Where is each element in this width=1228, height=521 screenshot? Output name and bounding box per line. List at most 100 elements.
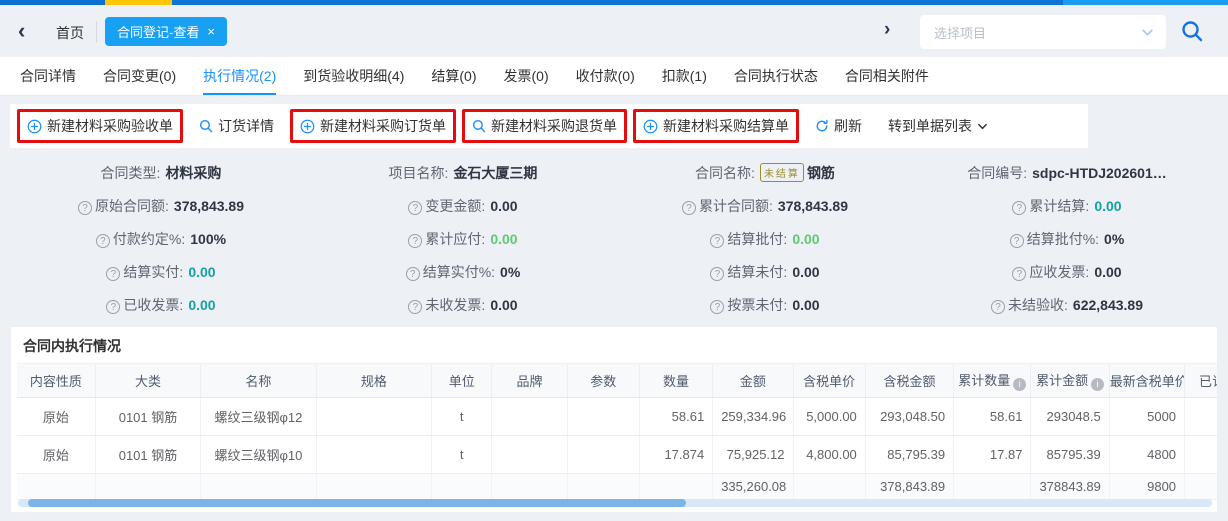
cell: 0101 钢筋 (95, 436, 200, 474)
help-icon[interactable]: ? (1012, 201, 1026, 215)
summary-value: 0.00 (792, 264, 819, 280)
summary-item-15: ?应收发票:0.00 (1012, 262, 1121, 282)
help-icon[interactable]: ? (1010, 234, 1024, 248)
help-icon[interactable]: ? (1012, 267, 1026, 281)
cell: 293,048.50 (865, 398, 953, 436)
summary-label: ?付款约定%: (96, 229, 185, 249)
summary-item-5: ?变更金额:0.00 (408, 196, 517, 216)
summary-label: ?已收发票: (106, 295, 183, 315)
exec-table: 内容性质大类名称规格单位品牌参数数量金额含税单价含税金额累计数量i累计金额i最新… (17, 363, 1218, 500)
summary-item-18: ?按票未付:0.00 (710, 295, 819, 315)
doc-tab-contract-view[interactable]: 合同登记-查看 × (105, 17, 227, 46)
help-icon[interactable]: ? (106, 300, 120, 314)
summary-item-8: ?付款约定%:100% (96, 229, 226, 249)
col-header-8: 金额 (713, 364, 793, 398)
table-row-0[interactable]: 原始0101 钢筋螺纹三级钢φ12t58.61259,334.965,000.0… (17, 398, 1218, 436)
col-header-3: 规格 (316, 364, 431, 398)
col-header-0: 内容性质 (17, 364, 95, 398)
nav-home-link[interactable]: 首页 (56, 23, 84, 43)
forward-chevron-icon[interactable]: › (884, 19, 890, 41)
cell: 4800 (1109, 436, 1184, 474)
cell (432, 474, 492, 500)
refresh-icon (815, 119, 829, 133)
cell: 85795.39 (1031, 436, 1109, 474)
tab-8[interactable]: 合同执行状态 (734, 57, 818, 95)
annotation-box: 新建材料采购订货单 (290, 109, 456, 143)
col-header-label: 含税单价 (803, 374, 855, 389)
tab-3[interactable]: 到货验收明细(4) (303, 57, 404, 95)
summary-item-6: ?累计合同额: 378,843.89 (682, 196, 848, 216)
cell: t (432, 436, 492, 474)
cell: t (432, 398, 492, 436)
cell: 1 (1185, 436, 1218, 474)
toolbar-button-6[interactable]: 转到单据列表 (888, 116, 988, 136)
summary-label: ?未结验收: (991, 295, 1068, 315)
col-header-label: 累计金额 (1036, 373, 1088, 388)
horizontal-scrollbar[interactable] (18, 499, 1212, 507)
cell (567, 398, 639, 436)
summary-item-10: ?结算批付:0.00 (710, 229, 819, 249)
summary-item-9: ?累计应付:0.00 (408, 229, 517, 249)
tab-1[interactable]: 合同变更(0) (103, 57, 176, 95)
project-select[interactable]: 选择项目 (920, 15, 1166, 49)
summary-label: ?应收发票: (1012, 262, 1089, 282)
summary-value: 378,843.89 (174, 198, 244, 214)
help-icon[interactable]: ? (408, 300, 422, 314)
cell: 58.61 (639, 398, 712, 436)
toolbar-button-2[interactable]: 新建材料采购订货单 (300, 116, 446, 136)
toolbar-button-label: 转到单据列表 (888, 116, 972, 136)
cell: 85,795.39 (865, 436, 953, 474)
table-total-row[interactable]: 335,260.08378,843.89378843.899800 (17, 474, 1218, 500)
scrollbar-thumb[interactable] (28, 499, 686, 507)
cell: 17.87 (954, 436, 1031, 474)
summary-item-13: ?结算实付%:0% (406, 262, 521, 282)
toolbar-button-label: 新建材料采购订货单 (320, 116, 446, 136)
cell (316, 398, 431, 436)
toolbar-item: 订货详情 (189, 109, 284, 143)
toolbar-button-1[interactable]: 订货详情 (199, 116, 274, 136)
summary-label: ?变更金额: (408, 196, 485, 216)
tab-0[interactable]: 合同详情 (20, 57, 76, 95)
toolbar-button-label: 刷新 (834, 116, 862, 136)
summary-item-16: ?已收发票:0.00 (106, 295, 215, 315)
cell: 259,334.96 (713, 398, 793, 436)
tab-5[interactable]: 发票(0) (504, 57, 549, 95)
summary-label: ?累计结算: (1012, 196, 1089, 216)
tab-9[interactable]: 合同相关附件 (845, 57, 929, 95)
help-icon[interactable]: ? (408, 201, 422, 215)
help-icon[interactable]: ? (96, 234, 110, 248)
help-icon[interactable]: ? (991, 300, 1005, 314)
help-icon[interactable]: ? (710, 300, 724, 314)
info-icon[interactable]: i (1013, 378, 1026, 391)
summary-label: ?原始合同额: (78, 196, 169, 216)
help-icon[interactable]: ? (682, 201, 696, 215)
table-row-1[interactable]: 原始0101 钢筋螺纹三级钢φ10t17.87475,925.124,800.0… (17, 436, 1218, 474)
summary-label: ?累计合同额: (682, 196, 773, 216)
summary-item-17: ?未收发票:0.00 (408, 295, 517, 315)
col-header-label: 已订货数量 (1199, 374, 1218, 389)
tab-6[interactable]: 收付款(0) (576, 57, 635, 95)
summary-value: 378,843.89 (778, 198, 848, 214)
help-icon[interactable]: ? (408, 234, 422, 248)
nav-divider (96, 21, 97, 43)
summary-value: 金石大厦三期 (453, 163, 537, 183)
search-icon[interactable] (1180, 19, 1204, 43)
toolbar-button-3[interactable]: 新建材料采购退货单 (472, 116, 617, 136)
help-icon[interactable]: ? (106, 267, 120, 281)
toolbar-button-0[interactable]: 新建材料采购验收单 (27, 116, 173, 136)
tab-4[interactable]: 结算(0) (431, 57, 476, 95)
tab-7[interactable]: 扣款(1) (662, 57, 707, 95)
toolbar-button-4[interactable]: 新建材料采购结算单 (643, 116, 789, 136)
info-icon[interactable]: i (1091, 378, 1104, 391)
help-icon[interactable]: ? (78, 201, 92, 215)
col-header-label: 累计数量 (958, 373, 1010, 388)
chevron-down-icon (1141, 26, 1154, 39)
help-icon[interactable]: ? (710, 234, 724, 248)
back-chevron-icon[interactable]: ‹ (18, 18, 25, 44)
toolbar-button-5[interactable]: 刷新 (815, 116, 862, 136)
help-icon[interactable]: ? (710, 267, 724, 281)
tab-2-active[interactable]: 执行情况(2) (203, 57, 276, 95)
close-icon[interactable]: × (207, 24, 215, 39)
help-icon[interactable]: ? (406, 267, 420, 281)
annotation-box: 新建材料采购验收单 (17, 109, 183, 143)
